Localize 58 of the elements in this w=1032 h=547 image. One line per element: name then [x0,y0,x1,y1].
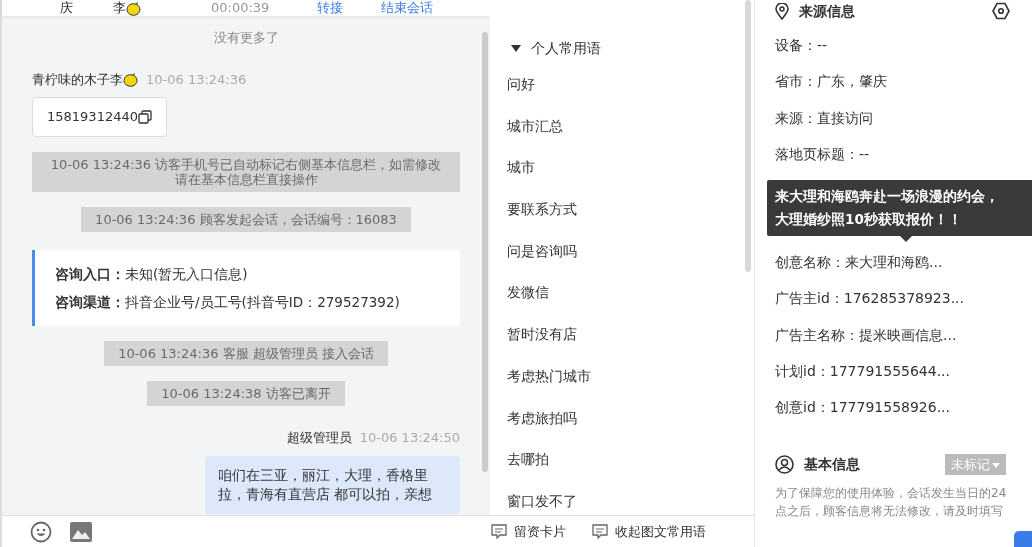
lemon-icon [123,71,138,87]
info-line: 咨询渠道：抖音企业号/员工号(抖音号ID：279527392) [55,292,401,312]
info-field: 计划id：177791555644... [775,363,950,380]
section-title: 来源信息 [799,1,855,21]
call-timer: 00:00:39 [211,1,270,15]
footer-button[interactable]: 收起图文常用语 [591,520,707,543]
message-icon [592,524,608,539]
info-field: 设备：-- [775,37,828,53]
info-field: 落地页标题：-- [775,145,870,162]
phrase-item[interactable]: 要联系方式 [507,201,577,218]
emoji-icon[interactable] [30,520,52,543]
system-message: 10-06 13:24:36 顾客发起会话，会话编号：16083 [81,206,411,232]
phrase-item[interactable]: 暂时没有店 [507,326,577,343]
phrase-item[interactable]: 考虑旅拍吗 [507,409,577,426]
header-link[interactable]: 转接 [317,1,344,15]
contact-name: 庆 [60,1,73,15]
sender-name: 超级管理员 [286,428,352,447]
system-message: 10-06 13:24:38 访客已离开 [147,380,345,406]
copy-icon[interactable] [138,109,152,124]
phone-message: 15819312440 [32,97,167,137]
phrase-item[interactable]: 城市汇总 [507,117,563,134]
message-time: 10-06 13:24:50 [359,428,460,447]
message-bubble: 咱们在三亚，丽江，大理，香格里拉，青海有直营店 都可以拍，亲想 [205,456,460,514]
message-time: 10-06 13:24:36 [146,70,247,89]
info-field: 省市：广东，肇庆 [775,73,887,90]
info-line: 咨询入口：未知(暂无入口信息) [55,264,249,284]
section-title: 基本信息 [804,455,860,475]
settings-icon[interactable] [992,2,1010,20]
sender-name: 青柠味的木子李 [32,70,123,89]
contact-name: 李 [113,1,126,15]
footer-button[interactable]: 留资卡片 [490,520,567,543]
notice-text: 为了保障您的使用体验，会话发生当日的24点之后，顾客信息将无法修改，请及时填写 [775,484,1008,520]
info-field: 来源：直接访问 [775,109,873,126]
tooltip-pointer [900,236,912,243]
lemon-icon [126,1,141,16]
phrase-item[interactable]: 考虑热门城市 [507,367,591,384]
phrase-item[interactable]: 窗口发不了 [507,492,577,509]
message-icon [491,524,507,539]
location-pin-icon [775,2,789,20]
header-link[interactable]: 结束会话 [381,1,434,15]
no-more-notice: 没有更多了 [212,29,280,47]
system-message: 10-06 13:24:36 客服 超级管理员 接入会话 [104,340,388,366]
image-icon[interactable] [70,521,92,542]
info-field: 创意id：177791558926... [775,399,950,416]
phrase-group-title[interactable]: 个人常用语 [531,38,601,59]
system-message: 10-06 13:24:36 访客手机号已自动标记右侧基本信息栏，如需修改请在基本信息栏直接操作 [32,151,460,192]
caret-down-icon [992,462,1000,468]
user-icon [775,455,794,475]
phrase-item[interactable]: 城市 [507,159,535,176]
caret-down-icon[interactable] [511,45,521,52]
tooltip: 来大理和海鸥奔赴一场浪漫的约会， 大理婚纱照10秒获取报价！！ [767,180,1032,237]
info-field: 创意名称：来大理和海鸥... [775,254,943,271]
phrase-item[interactable]: 发微信 [507,284,549,301]
info-field: 广告主id：176285378923... [775,290,964,307]
phrase-item[interactable]: 问是咨询吗 [507,242,577,259]
phrase-item[interactable]: 问好 [507,76,535,92]
phrase-item[interactable]: 去哪拍 [507,451,549,468]
info-field: 广告主名称：提米映画信息... [775,326,957,343]
